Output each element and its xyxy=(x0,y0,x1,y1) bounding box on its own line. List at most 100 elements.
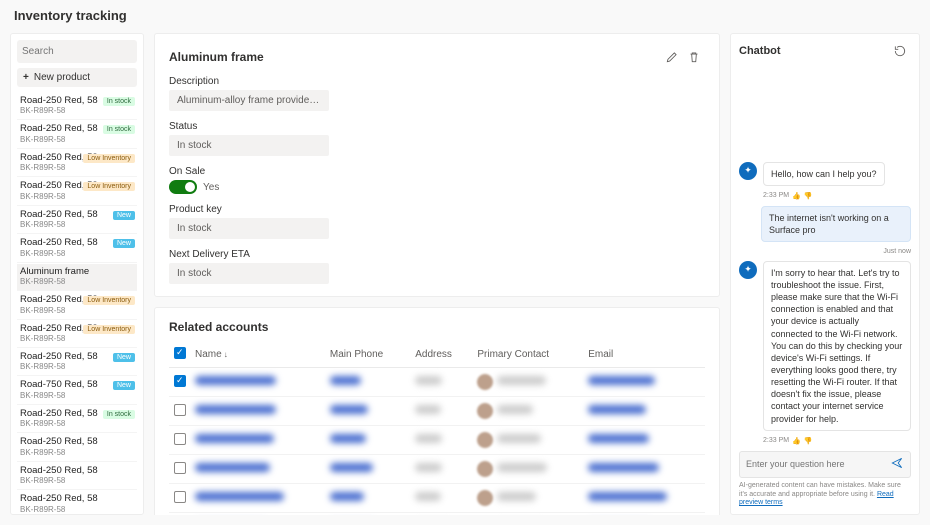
search-input-wrap[interactable] xyxy=(17,40,137,63)
table-row[interactable] xyxy=(169,397,705,426)
related-table: Name↓ Main Phone Address Primary Contact… xyxy=(169,342,705,515)
sidebar-item[interactable]: Road-250 Red, 58 BK-R89R-58 New xyxy=(17,207,137,234)
delete-button[interactable] xyxy=(683,46,705,68)
label-productkey: Product key xyxy=(169,204,705,215)
chat-input[interactable] xyxy=(746,459,890,469)
sidebar-item[interactable]: Road-250 Red, 58 BK-R89R-58 In stock xyxy=(17,121,137,148)
row-checkbox[interactable] xyxy=(174,462,186,474)
table-row[interactable] xyxy=(169,368,705,397)
label-nexteta: Next Delivery ETA xyxy=(169,249,705,260)
sidebar-item[interactable]: Aluminum frame BK-R89R-58 xyxy=(17,264,137,291)
search-input[interactable] xyxy=(22,46,144,57)
row-checkbox[interactable] xyxy=(174,433,186,445)
sidebar-item[interactable]: Road-750 Red, 58 BK-R89R-58 New xyxy=(17,377,137,404)
send-icon[interactable] xyxy=(890,456,904,473)
onsale-value: Yes xyxy=(203,182,219,193)
thumbs-down-icon[interactable]: 👎 xyxy=(804,437,813,445)
product-sku: BK-R89R-58 xyxy=(20,505,134,514)
status-badge: Low Inventory xyxy=(83,296,135,305)
col-name[interactable]: Name↓ xyxy=(191,342,326,368)
col-phone[interactable]: Main Phone xyxy=(326,342,411,368)
col-contact[interactable]: Primary Contact xyxy=(473,342,584,368)
sidebar-item[interactable]: Road-250 Red, 58 BK-R89R-58 In stock xyxy=(17,406,137,433)
product-list: Road-250 Red, 58 BK-R89R-58 In stockRoad… xyxy=(17,93,137,515)
table-row[interactable] xyxy=(169,426,705,455)
table-row[interactable] xyxy=(169,455,705,484)
table-row[interactable] xyxy=(169,513,705,516)
cell-name xyxy=(195,376,276,385)
table-row[interactable] xyxy=(169,484,705,513)
status-badge: Low Inventory xyxy=(83,182,135,191)
product-name: Road-250 Red, 58 xyxy=(20,466,134,476)
message-text: Hello, how can I help you? xyxy=(763,162,885,186)
thumbs-up-icon[interactable]: 👍 xyxy=(792,192,801,200)
cell-email xyxy=(588,405,646,414)
row-checkbox[interactable] xyxy=(174,404,186,416)
field-description[interactable]: Aluminum-alloy frame provides a light, s… xyxy=(169,90,329,111)
select-all-checkbox[interactable] xyxy=(174,347,186,359)
field-nexteta[interactable]: In stock xyxy=(169,263,329,284)
sidebar-item[interactable]: Road-250 Red, 58 BK-R89R-58 Low Inventor… xyxy=(17,178,137,205)
product-sku: BK-R89R-58 xyxy=(20,220,134,229)
bot-avatar-icon: ✦ xyxy=(739,162,757,180)
cell-name xyxy=(195,492,284,501)
product-sku: BK-R89R-58 xyxy=(20,448,134,457)
field-productkey[interactable]: In stock xyxy=(169,218,329,239)
avatar-icon xyxy=(477,490,493,506)
status-badge: Low Inventory xyxy=(83,154,135,163)
thumbs-up-icon[interactable]: 👍 xyxy=(792,437,801,445)
product-sku: BK-R89R-58 xyxy=(20,163,134,172)
message-text: I'm sorry to hear that. Let's try to tro… xyxy=(763,261,911,431)
status-badge: New xyxy=(113,239,135,248)
cell-phone xyxy=(330,492,364,501)
bot-message: ✦ I'm sorry to hear that. Let's try to t… xyxy=(739,261,911,431)
label-onsale: On Sale xyxy=(169,166,705,177)
col-email[interactable]: Email xyxy=(584,342,705,368)
cell-name xyxy=(195,405,276,414)
product-sku: BK-R89R-58 xyxy=(20,106,134,115)
product-sku: BK-R89R-58 xyxy=(20,192,134,201)
main-content: Aluminum frame Description Aluminum-allo… xyxy=(154,33,720,515)
new-product-button[interactable]: + New product xyxy=(17,68,137,87)
product-sku: BK-R89R-58 xyxy=(20,419,134,428)
detail-card: Aluminum frame Description Aluminum-allo… xyxy=(154,33,720,297)
user-message: The internet isn't working on a Surface … xyxy=(761,206,911,242)
cell-name xyxy=(195,434,274,443)
onsale-toggle[interactable] xyxy=(169,180,197,194)
sidebar-item[interactable]: Road-250 Red, 58 BK-R89R-58 Low Inventor… xyxy=(17,321,137,348)
bot-avatar-icon: ✦ xyxy=(739,261,757,279)
message-meta: Just now xyxy=(739,248,911,255)
field-status[interactable]: In stock xyxy=(169,135,329,156)
product-name: Road-250 Red, 58 xyxy=(20,437,134,447)
cell-contact xyxy=(497,463,546,472)
chatbot-panel: Chatbot ✦ Hello, how can I help you?2:33… xyxy=(730,33,920,515)
sidebar-item[interactable]: Road-250 Red, 58 BK-R89R-58 xyxy=(17,463,137,490)
sidebar-item[interactable]: Road-250 Red, 58 BK-R89R-58 xyxy=(17,491,137,515)
message-meta: 2:33 PM 👍 👎 xyxy=(763,437,911,445)
thumbs-down-icon[interactable]: 👎 xyxy=(804,192,813,200)
sidebar-item[interactable]: Road-250 Red, 58 BK-R89R-58 New xyxy=(17,235,137,262)
cell-email xyxy=(588,463,659,472)
status-badge: In stock xyxy=(103,125,135,134)
col-address[interactable]: Address xyxy=(411,342,473,368)
chat-input-wrap[interactable] xyxy=(739,451,911,478)
sidebar-item[interactable]: Road-250 Red, 58 BK-R89R-58 New xyxy=(17,349,137,376)
sidebar-item[interactable]: Road-250 Red, 58 BK-R89R-58 Low Inventor… xyxy=(17,150,137,177)
cell-phone xyxy=(330,434,366,443)
row-checkbox[interactable] xyxy=(174,375,186,387)
sidebar-item[interactable]: Road-250 Red, 58 BK-R89R-58 Low Inventor… xyxy=(17,292,137,319)
bot-message: ✦ Hello, how can I help you? xyxy=(739,162,911,186)
product-name: Road-250 Red, 58 xyxy=(20,494,134,504)
product-sku: BK-R89R-58 xyxy=(20,391,134,400)
sidebar-item[interactable]: Road-250 Red, 58 BK-R89R-58 xyxy=(17,434,137,461)
chat-reset-button[interactable] xyxy=(889,40,911,62)
edit-button[interactable] xyxy=(661,46,683,68)
cell-address xyxy=(415,376,441,385)
product-sku: BK-R89R-58 xyxy=(20,306,134,315)
sidebar-item[interactable]: Road-250 Red, 58 BK-R89R-58 In stock xyxy=(17,93,137,120)
cell-address xyxy=(415,434,442,443)
product-sku: BK-R89R-58 xyxy=(20,277,134,286)
row-checkbox[interactable] xyxy=(174,491,186,503)
new-product-label: New product xyxy=(34,72,90,83)
cell-address xyxy=(415,405,441,414)
